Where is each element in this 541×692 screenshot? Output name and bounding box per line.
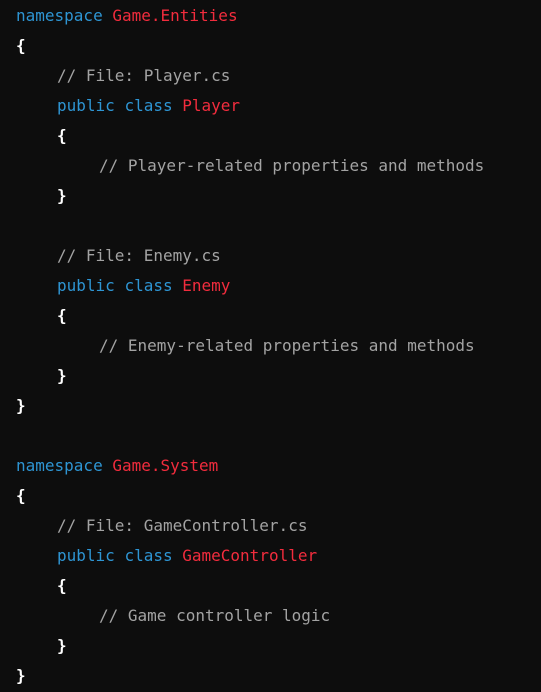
namespace-keyword: namespace — [16, 6, 103, 25]
class-name: Player — [182, 96, 241, 115]
body-comment: // Enemy-related properties and methods — [99, 336, 475, 355]
close-brace: } — [16, 396, 26, 415]
code-line: } — [0, 361, 541, 391]
code-line: } — [0, 661, 541, 691]
code-line: } — [0, 631, 541, 661]
code-block: namespace Game.Entities { // File: Playe… — [0, 0, 541, 692]
body-comment: // Game controller logic — [99, 606, 331, 625]
code-line: namespace Game.Entities — [0, 1, 541, 31]
code-line: { — [0, 571, 541, 601]
class-name: GameController — [182, 546, 318, 565]
code-line: { — [0, 301, 541, 331]
class-keyword: class — [124, 96, 173, 115]
code-line: { — [0, 121, 541, 151]
class-keyword: class — [124, 276, 173, 295]
code-line: // File: GameController.cs — [0, 511, 541, 541]
code-line: { — [0, 31, 541, 61]
file-comment: // File: Player.cs — [57, 66, 231, 85]
code-line: } — [0, 181, 541, 211]
code-line: // Player-related properties and methods — [0, 151, 541, 181]
code-line: // Game controller logic — [0, 601, 541, 631]
open-brace: { — [57, 306, 67, 325]
public-keyword: public — [57, 96, 115, 115]
class-keyword: class — [124, 546, 173, 565]
namespace-name: Game.System — [112, 456, 219, 475]
namespace-name: Game.Entities — [112, 6, 238, 25]
file-comment: // File: Enemy.cs — [57, 246, 221, 265]
code-line: // File: Player.cs — [0, 61, 541, 91]
close-brace: } — [16, 666, 26, 685]
code-line: public class Player — [0, 91, 541, 121]
code-line: { — [0, 481, 541, 511]
code-line: // File: Enemy.cs — [0, 241, 541, 271]
close-brace: } — [57, 186, 67, 205]
open-brace: { — [57, 126, 67, 145]
close-brace: } — [57, 636, 67, 655]
class-name: Enemy — [182, 276, 231, 295]
code-line: public class GameController — [0, 541, 541, 571]
namespace-keyword: namespace — [16, 456, 103, 475]
code-line: namespace Game.System — [0, 451, 541, 481]
code-line: public class Enemy — [0, 271, 541, 301]
public-keyword: public — [57, 546, 115, 565]
close-brace: } — [57, 366, 67, 385]
open-brace: { — [57, 576, 67, 595]
body-comment: // Player-related properties and methods — [99, 156, 485, 175]
code-line: // Enemy-related properties and methods — [0, 331, 541, 361]
open-brace: { — [16, 486, 26, 505]
code-line: } — [0, 391, 541, 421]
open-brace: { — [16, 36, 26, 55]
public-keyword: public — [57, 276, 115, 295]
file-comment: // File: GameController.cs — [57, 516, 308, 535]
